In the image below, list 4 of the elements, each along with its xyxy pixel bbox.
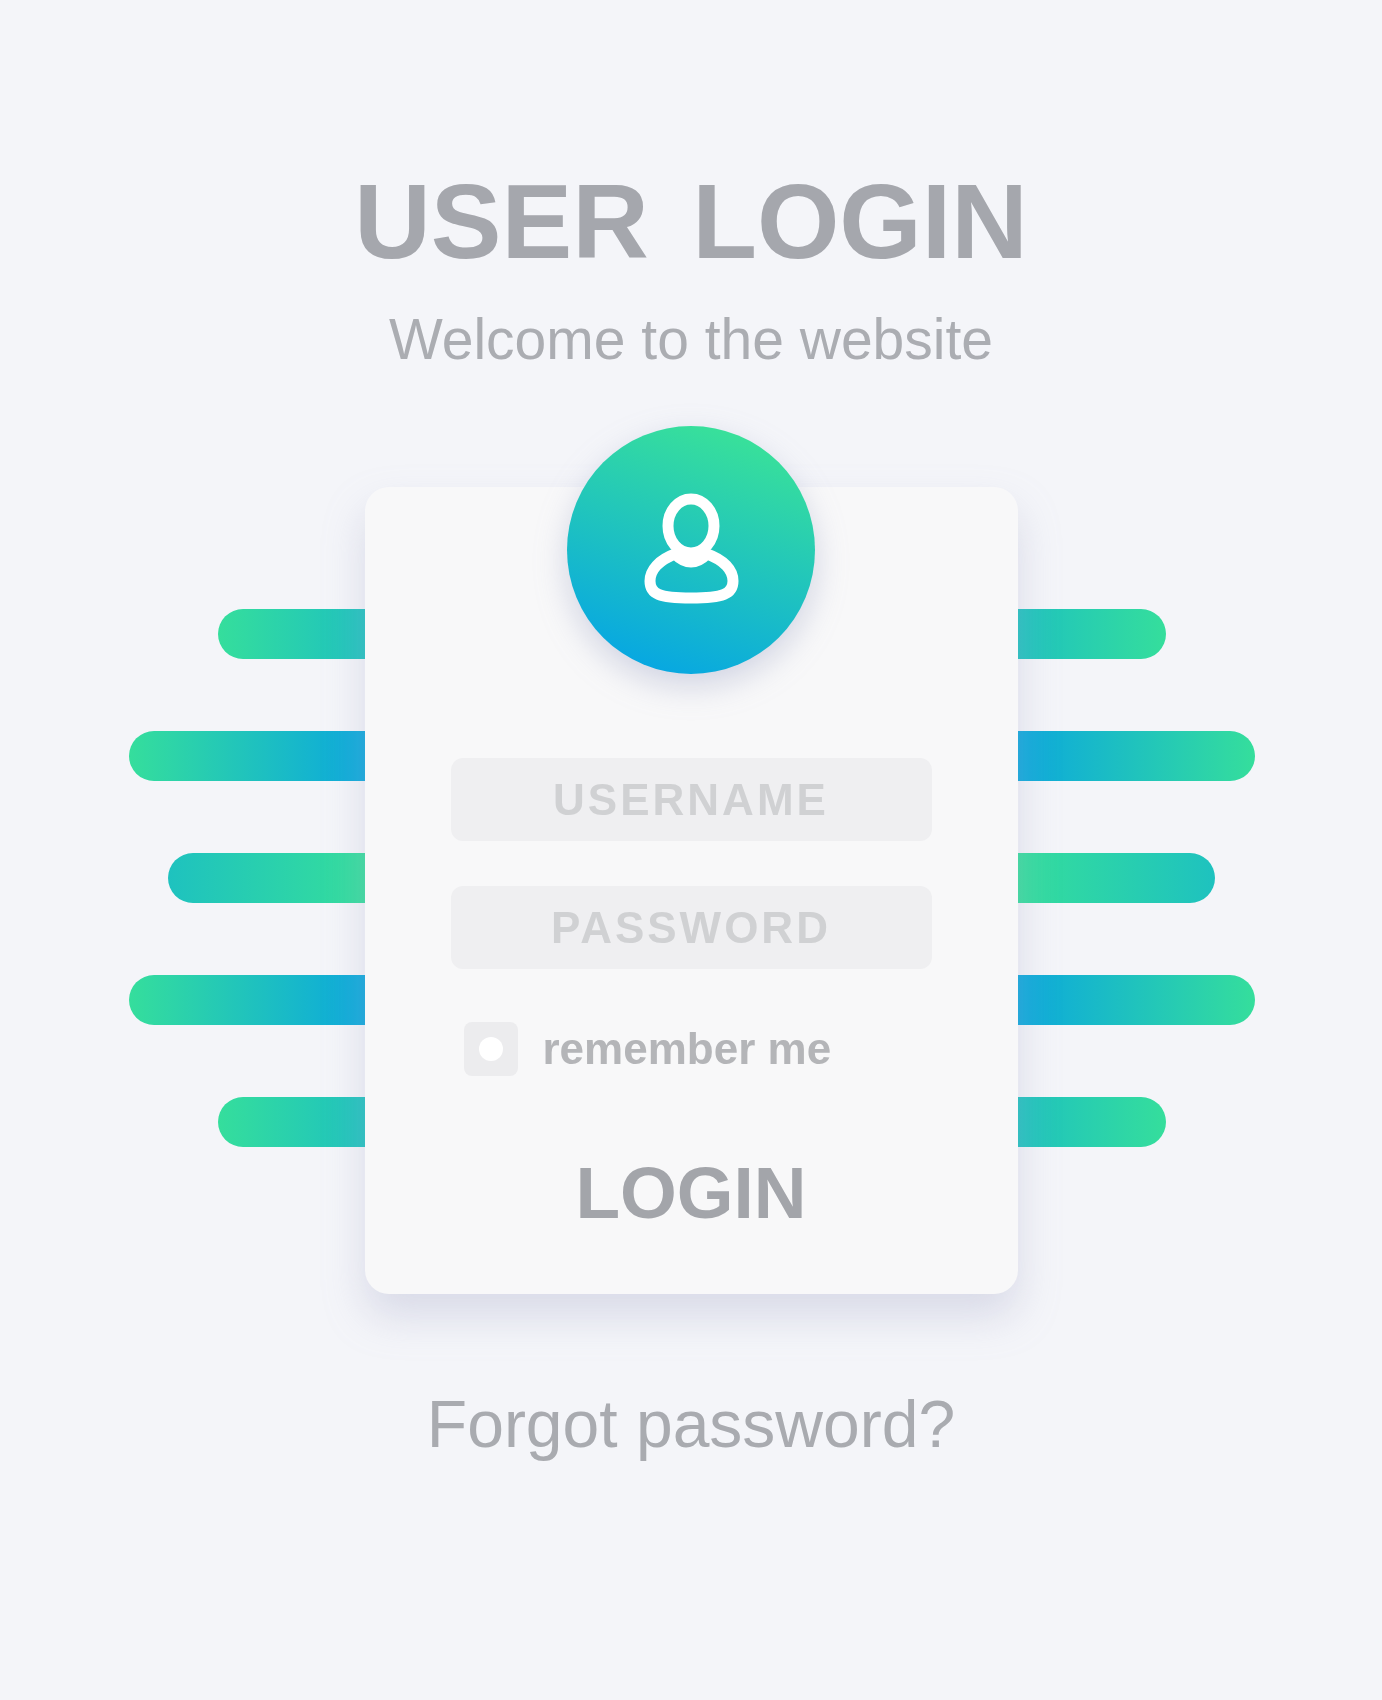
subtitle-text: Welcome to the website (388, 311, 994, 368)
login-button[interactable]: LOGIN (575, 1156, 807, 1229)
page-title: USER LOGIN (354, 168, 1028, 274)
remember-me-label: remember me (542, 1027, 832, 1071)
